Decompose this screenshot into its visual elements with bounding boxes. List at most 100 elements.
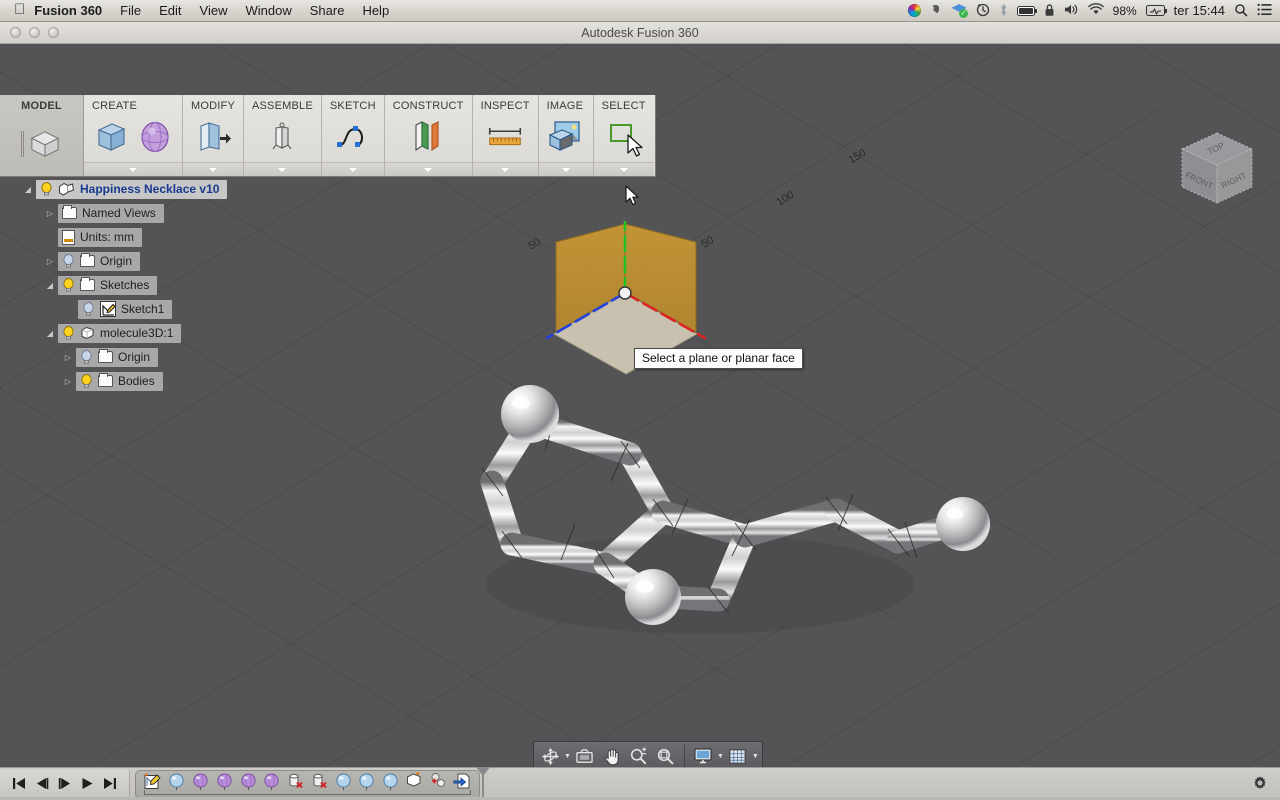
- apple-logo-icon[interactable]: : [14, 2, 25, 17]
- ribbon-group-image: IMAGE: [538, 95, 594, 176]
- minimize-button[interactable]: [29, 27, 40, 38]
- chevron-down-icon[interactable]: ▼: [752, 753, 759, 760]
- workspace-switcher[interactable]: MODEL: [0, 95, 84, 176]
- zoom-button[interactable]: [48, 27, 59, 38]
- tree-item-molecule3d[interactable]: ◢ molecule3D:1: [0, 321, 305, 345]
- sphere-blue-icon: [359, 773, 375, 791]
- tree-item-label: Sketches: [100, 278, 150, 292]
- construct-plane-button[interactable]: [407, 116, 449, 158]
- tree-item-label: molecule3D:1: [100, 326, 174, 340]
- grid-snaps-button[interactable]: [725, 744, 751, 767]
- visibility-bulb-on-icon[interactable]: [40, 182, 53, 196]
- navigation-toolbar: ▼ ▼ ▼: [533, 741, 763, 767]
- expander-collapsed-icon[interactable]: ▷: [60, 353, 76, 362]
- inspect-measure-button[interactable]: [484, 116, 526, 158]
- timeline-settings-button[interactable]: [1252, 775, 1280, 794]
- ribbon-group-title: MODIFY: [191, 100, 235, 112]
- tree-item-label: Sketch1: [121, 302, 165, 316]
- bluetooth-icon[interactable]: [999, 3, 1008, 19]
- power-status-icon[interactable]: [1145, 5, 1167, 16]
- close-button[interactable]: [10, 27, 21, 38]
- modify-press-pull-button[interactable]: [192, 116, 234, 158]
- select-window-button[interactable]: [603, 116, 645, 158]
- step-back-button[interactable]: [35, 777, 49, 792]
- sketch-dropdown[interactable]: [321, 162, 384, 176]
- look-at-button[interactable]: [572, 744, 598, 767]
- fusion-360-window: Autodesk Fusion 360 Happiness Necklace F…: [0, 22, 1280, 800]
- timeline-playhead-marker[interactable]: [473, 765, 493, 800]
- select-dropdown[interactable]: [593, 162, 654, 176]
- tree-item-sketch1[interactable]: Sketch1: [0, 297, 305, 321]
- notification-center-icon[interactable]: [1257, 3, 1272, 18]
- menu-view[interactable]: View: [191, 2, 237, 20]
- menu-file[interactable]: File: [111, 2, 150, 20]
- create-form-button[interactable]: [134, 116, 176, 158]
- display-settings-button[interactable]: [690, 744, 716, 767]
- timeline-feature-track[interactable]: [135, 765, 491, 800]
- menu-help[interactable]: Help: [353, 2, 398, 20]
- modify-dropdown[interactable]: [183, 162, 243, 176]
- expander-expanded-icon[interactable]: ◢: [42, 329, 58, 338]
- visibility-bulb-on-icon[interactable]: [80, 374, 93, 388]
- image-canvas-button[interactable]: [545, 116, 587, 158]
- ribbon-group-title: INSPECT: [480, 100, 530, 112]
- ribbon-drag-grip[interactable]: [21, 131, 24, 157]
- step-forward-button[interactable]: [58, 777, 72, 792]
- color-wheel-icon[interactable]: [907, 4, 921, 17]
- expander-collapsed-icon[interactable]: ▷: [42, 257, 58, 266]
- chevron-down-icon[interactable]: ▼: [564, 753, 571, 760]
- tree-item-origin-root[interactable]: ▷ Origin: [0, 249, 305, 273]
- battery-icon[interactable]: [1016, 5, 1037, 16]
- tree-item-named-views[interactable]: ▷ Named Views: [0, 201, 305, 225]
- create-box-button[interactable]: [90, 116, 132, 158]
- navbar-divider: [683, 745, 685, 767]
- folder-icon: [98, 373, 113, 387]
- visibility-bulb-off-icon[interactable]: [62, 254, 75, 268]
- tree-item-bodies[interactable]: ▷ Bodies: [0, 369, 305, 393]
- inspect-dropdown[interactable]: [472, 162, 538, 176]
- evernote-icon[interactable]: [930, 3, 943, 19]
- sketch-spline-button[interactable]: [332, 116, 374, 158]
- view-cube[interactable]: TOP FRONT RIGHT: [1172, 127, 1262, 213]
- visibility-bulb-off-icon[interactable]: [80, 350, 93, 364]
- menu-fusion-360[interactable]: Fusion 360: [25, 2, 111, 20]
- spotlight-search-icon[interactable]: [1234, 3, 1248, 19]
- visibility-bulb-off-icon[interactable]: [82, 302, 95, 316]
- ribbon-group-title: SKETCH: [329, 100, 376, 112]
- skip-to-end-button[interactable]: [103, 777, 117, 792]
- zoom-button[interactable]: [626, 744, 652, 767]
- image-dropdown[interactable]: [538, 162, 593, 176]
- canvas-image-icon: [548, 121, 580, 151]
- construct-dropdown[interactable]: [384, 162, 472, 176]
- expander-collapsed-icon[interactable]: ▷: [42, 209, 58, 218]
- tree-item-origin-nested[interactable]: ▷ Origin: [0, 345, 305, 369]
- time-machine-icon[interactable]: [976, 3, 990, 19]
- timeline-playback-controls: [0, 769, 130, 799]
- wifi-icon[interactable]: [1087, 3, 1104, 18]
- expander-expanded-icon[interactable]: ◢: [42, 281, 58, 290]
- tree-item-sketches[interactable]: ◢ Sketches: [0, 273, 305, 297]
- tree-item-units[interactable]: Units: mm: [0, 225, 305, 249]
- fit-button[interactable]: [653, 744, 679, 767]
- create-dropdown[interactable]: [84, 162, 182, 176]
- assemble-joint-button[interactable]: [261, 116, 303, 158]
- play-button[interactable]: [81, 777, 94, 792]
- volume-icon[interactable]: [1064, 3, 1079, 18]
- dropbox-icon[interactable]: ✓: [951, 4, 968, 18]
- clock-label[interactable]: ter 15:44: [1174, 3, 1225, 18]
- lock-icon[interactable]: [1044, 3, 1055, 19]
- visibility-bulb-on-icon[interactable]: [62, 326, 75, 340]
- skip-to-start-button[interactable]: [12, 777, 26, 792]
- tree-item-happiness-necklace[interactable]: ◢ Happiness Necklace v10: [0, 177, 305, 201]
- menu-window[interactable]: Window: [236, 2, 300, 20]
- pan-button[interactable]: [599, 744, 625, 767]
- assemble-dropdown[interactable]: [243, 162, 321, 176]
- expander-collapsed-icon[interactable]: ▷: [60, 377, 76, 386]
- orbit-button[interactable]: [537, 744, 563, 767]
- visibility-bulb-on-icon[interactable]: [62, 278, 75, 292]
- menu-share[interactable]: Share: [301, 2, 354, 20]
- ribbon-group-sketch: SKETCH: [321, 95, 385, 176]
- menu-edit[interactable]: Edit: [150, 2, 190, 20]
- expander-expanded-icon[interactable]: ◢: [20, 185, 36, 194]
- chevron-down-icon[interactable]: ▼: [717, 753, 724, 760]
